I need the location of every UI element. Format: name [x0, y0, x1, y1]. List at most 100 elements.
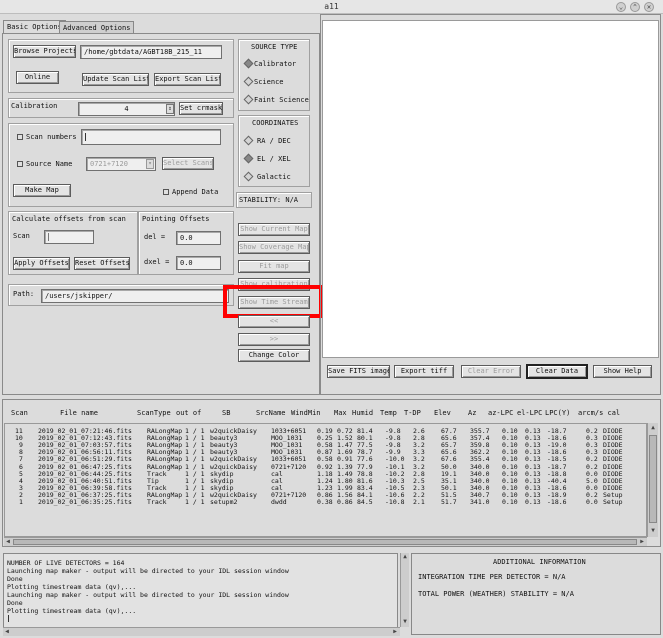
table-cell: 0.10 — [502, 498, 518, 506]
dropdown-arrow-icon[interactable]: ▾ — [146, 159, 154, 169]
scroll-down-icon[interactable]: ▼ — [401, 618, 409, 626]
window-title: a11 — [324, 2, 339, 11]
scan-numbers-input[interactable] — [81, 129, 221, 145]
calibration-value: 4 — [124, 105, 129, 113]
header-humid: Humid — [352, 409, 374, 417]
coordinates-title: COORDINATES — [252, 119, 299, 127]
apply-offsets-button[interactable]: Apply Offsets — [13, 257, 70, 270]
source-name-label: Source Name — [26, 160, 73, 168]
hscroll-thumb[interactable] — [13, 539, 637, 545]
spinner-arrows-icon[interactable]: ⇕ — [166, 104, 174, 114]
table-cell: 341.0 — [470, 498, 490, 506]
log-panel[interactable]: NUMBER OF LIVE DETECTORS = 164 Launching… — [3, 553, 398, 635]
log-line: Launching map maker - output will be dir… — [7, 567, 289, 575]
reset-offsets-button[interactable]: Reset Offsets — [74, 257, 130, 270]
export-tiff-button[interactable]: Export tiff — [394, 365, 454, 378]
source-name-checkbox[interactable] — [17, 161, 23, 167]
show-help-button[interactable]: Show Help — [593, 365, 652, 378]
header-temp: Temp — [380, 409, 397, 417]
tab-basic-options[interactable]: Basic Options — [3, 20, 66, 33]
previous-button[interactable]: << — [238, 315, 310, 328]
table-cell: 0.38 — [317, 498, 333, 506]
header-sb: SB — [222, 409, 231, 417]
offset-scan-input[interactable] — [44, 230, 94, 244]
log-line: Launching map maker - output will be dir… — [7, 591, 289, 599]
log-line: Plotting timestream data (qv),... — [7, 583, 137, 591]
info-title: ADDITIONAL INFORMATION — [493, 558, 586, 566]
table-header: Scan File name ScanType out of SB SrcNam… — [0, 409, 663, 418]
header-scan-type: ScanType — [137, 409, 171, 417]
online-button[interactable]: Online — [16, 71, 59, 84]
calibration-select[interactable]: 4 — [78, 102, 175, 116]
browse-projects-button[interactable]: Browse Projects — [13, 45, 76, 58]
info-panel: ADDITIONAL INFORMATION INTEGRATION TIME … — [411, 553, 661, 635]
table-vertical-scrollbar[interactable]: ▲ ▼ — [647, 423, 658, 537]
scroll-left-icon[interactable]: ◀ — [4, 538, 12, 546]
header-arcm-cal: arcm/s cal — [578, 409, 621, 417]
export-scan-list-button[interactable]: Export Scan List — [154, 73, 221, 86]
table-cell: -10.8 — [385, 498, 405, 506]
table-cell: 0.13 — [525, 498, 541, 506]
path-label: Path: — [13, 290, 35, 298]
project-path-field[interactable]: /home/gbtdata/AGBT18B_215_11 — [80, 45, 222, 59]
close-icon[interactable]: ✕ — [644, 2, 654, 12]
del-input[interactable]: 0.0 — [176, 231, 221, 245]
header-az-lpc: az-LPC — [488, 409, 514, 417]
pointing-offsets-label: Pointing Offsets — [142, 215, 210, 223]
next-button[interactable]: >> — [238, 333, 310, 346]
scroll-thumb[interactable] — [649, 435, 657, 523]
del-label: del = — [144, 233, 166, 241]
calibrator-label: Calibrator — [254, 60, 297, 68]
table-cell: setupm2 — [210, 498, 238, 506]
select-scans-button[interactable]: Select Scans — [162, 157, 214, 170]
table-cell: 84.5 — [357, 498, 373, 506]
show-coverage-map-button[interactable]: Show Coverage Map — [238, 241, 310, 254]
source-name-value: 0721+7120 — [90, 160, 128, 168]
header-lpc-y: LPC(Y) — [545, 409, 571, 417]
table-row[interactable]: 1 2019_02_01_06:35:25.fits Track 1 / 1 setup… — [5, 499, 645, 506]
galactic-label: Galactic — [257, 173, 291, 181]
scan-table-body[interactable]: 11 2019_02_01_07:21:46.fits RALongMap 1 / 1… — [4, 423, 647, 537]
save-fits-button[interactable]: Save FITS image — [327, 365, 390, 378]
log-vertical-scrollbar[interactable]: ▲ ▼ — [400, 553, 409, 627]
update-scan-list-button[interactable]: Update Scan List — [82, 73, 149, 86]
table-cell: -18.6 — [547, 498, 567, 506]
make-map-button[interactable]: Make Map — [13, 184, 71, 197]
source-type-title: SOURCE TYPE — [251, 43, 298, 51]
calculate-offsets-label: Calculate offsets from scan — [12, 215, 126, 223]
path-input[interactable]: /users/jskipper/ — [41, 289, 229, 303]
table-cell: Setup — [603, 498, 623, 506]
scroll-left-icon[interactable]: ◀ — [3, 628, 11, 636]
scroll-right-icon[interactable]: ▶ — [638, 538, 646, 546]
show-current-map-button[interactable]: Show Current Map — [238, 223, 310, 236]
table-horizontal-scrollbar[interactable]: ◀ ▶ — [4, 537, 647, 546]
clear-data-button[interactable]: Clear Data — [526, 364, 588, 379]
calibration-label: Calibration — [11, 102, 58, 110]
log-horizontal-scrollbar[interactable]: ◀ ▶ — [3, 627, 400, 636]
dxel-input[interactable]: 0.0 — [176, 256, 221, 270]
maximize-icon[interactable]: ⌃ — [630, 2, 640, 12]
integration-time: INTEGRATION TIME PER DETECTOR = N/A — [418, 573, 566, 581]
text-cursor-icon — [85, 133, 86, 141]
table-cell: 2.1 — [413, 498, 425, 506]
plot-canvas[interactable] — [322, 20, 659, 358]
scan-numbers-checkbox[interactable] — [17, 134, 23, 140]
minimize-icon[interactable]: ⌄ — [616, 2, 626, 12]
set-crmask-button[interactable]: Set crmask — [179, 102, 223, 115]
log-line: NUMBER OF LIVE DETECTORS = 164 — [7, 559, 125, 567]
fit-map-button[interactable]: Fit map — [238, 260, 310, 273]
scroll-up-icon[interactable]: ▲ — [401, 553, 409, 561]
scroll-up-icon[interactable]: ▲ — [649, 424, 657, 432]
header-scan: Scan — [11, 409, 28, 417]
scroll-down-icon[interactable]: ▼ — [649, 527, 657, 535]
scroll-right-icon[interactable]: ▶ — [391, 628, 399, 636]
science-label: Science — [254, 78, 284, 86]
clear-error-button[interactable]: Clear Error — [461, 365, 521, 378]
log-line: Plotting timestream data (qv),... — [7, 607, 137, 615]
text-cursor-icon — [8, 615, 9, 622]
table-cell: 0.0 — [586, 498, 598, 506]
append-data-checkbox[interactable] — [163, 189, 169, 195]
change-color-button[interactable]: Change Color — [238, 349, 310, 362]
table-cell: 1 / 1 — [185, 498, 205, 506]
header-max: Max — [334, 409, 347, 417]
